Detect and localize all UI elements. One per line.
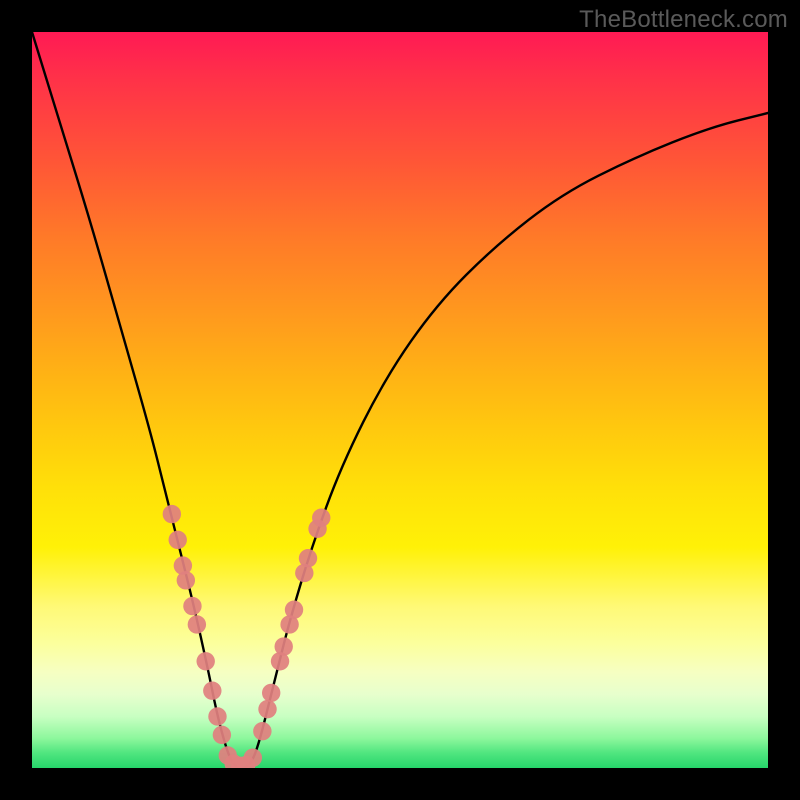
data-marker bbox=[213, 726, 231, 744]
marker-group bbox=[163, 505, 331, 768]
data-marker bbox=[183, 597, 201, 615]
data-marker bbox=[196, 652, 214, 670]
data-marker bbox=[285, 601, 303, 619]
data-marker bbox=[203, 682, 221, 700]
data-marker bbox=[275, 637, 293, 655]
data-marker bbox=[188, 615, 206, 633]
data-marker bbox=[253, 722, 271, 740]
plot-area bbox=[32, 32, 768, 768]
chart-frame: TheBottleneck.com bbox=[0, 0, 800, 800]
data-marker bbox=[244, 748, 262, 766]
data-marker bbox=[177, 571, 195, 589]
data-marker bbox=[262, 684, 280, 702]
data-marker bbox=[258, 700, 276, 718]
data-marker bbox=[299, 549, 317, 567]
data-marker bbox=[163, 505, 181, 523]
chart-overlay-svg bbox=[32, 32, 768, 768]
watermark-text: TheBottleneck.com bbox=[579, 6, 788, 34]
data-marker bbox=[312, 509, 330, 527]
data-marker bbox=[208, 707, 226, 725]
bottleneck-curve bbox=[32, 32, 768, 768]
data-marker bbox=[169, 531, 187, 549]
